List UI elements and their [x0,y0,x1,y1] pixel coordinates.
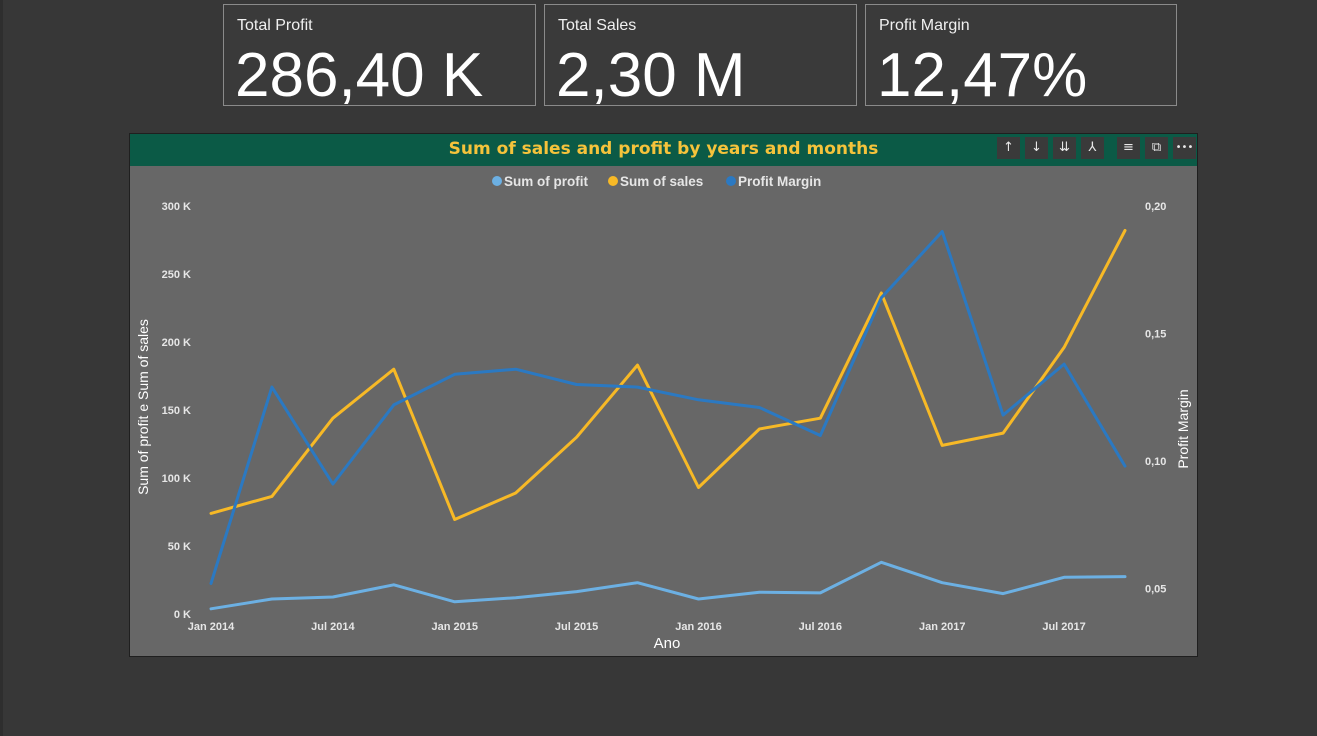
y-tick-label: 0 K [174,609,191,621]
chart-legend: Sum of profit Sum of sales Profit Margin [492,174,821,189]
card-title: Profit Margin [879,17,970,34]
arrow-up-icon[interactable]: ↑ [997,137,1020,159]
x-tick-label: Jan 2016 [675,621,721,633]
card-title: Total Profit [237,17,313,34]
card-value: 2,30 M [556,41,746,110]
window-edge [0,0,3,736]
y-tick-label: 250 K [162,269,191,281]
legend-marker [492,176,502,186]
legend-marker [726,176,736,186]
double-arrow-down-icon[interactable]: ⇊ [1053,137,1076,159]
y-tick-label: 150 K [162,405,191,417]
y2-axis-ticks: 0,05 0,10 0,15 0,20 [1145,201,1166,596]
y-axis-ticks: 0 K 50 K 100 K 150 K 200 K 250 K 300 K [162,201,191,621]
y2-tick-label: 0,05 [1145,584,1166,596]
arrow-down-icon[interactable]: ↓ [1025,137,1048,159]
chart-title-bar: Sum of sales and profit by years and mon… [130,134,1197,166]
x-tick-label: Jan 2017 [919,621,965,633]
legend-marker [608,176,618,186]
x-tick-label: Jul 2016 [799,621,842,633]
x-tick-label: Jul 2015 [555,621,598,633]
series-lines [209,229,1127,611]
chart-plot-area: Sum of profit Sum of sales Profit Margin 0… [135,174,1191,652]
focus-mode-icon[interactable]: ⧉ [1145,137,1168,159]
profit-margin-card[interactable]: Profit Margin 12,47% [865,4,1177,110]
y2-tick-label: 0,20 [1145,201,1166,213]
filter-icon[interactable]: ≡ [1117,137,1140,159]
expand-hierarchy-icon[interactable]: ⅄ [1081,137,1104,159]
legend-label: Profit Margin [738,174,821,189]
profit-series-line [209,560,1127,611]
y-tick-label: 200 K [162,337,191,349]
legend-label: Sum of sales [620,174,703,189]
y-tick-label: 100 K [162,473,191,485]
sales-series-line [209,229,1127,521]
y2-axis-title: Profit Margin [1175,389,1191,468]
y-axis-title: Sum of profit e Sum of sales [135,319,151,495]
x-axis-title: Ano [654,635,681,652]
card-value: 12,47% [877,41,1088,110]
more-options-icon[interactable]: ••• [1173,137,1196,159]
legend-label: Sum of profit [504,174,588,189]
x-tick-label: Jul 2017 [1042,621,1085,633]
y-tick-label: 300 K [162,201,191,213]
line-chart-visual[interactable]: Sum of sales and profit by years and mon… [129,133,1198,657]
card-value: 286,40 K [235,41,484,110]
y2-tick-label: 0,10 [1145,456,1166,468]
x-tick-label: Jan 2014 [188,621,235,633]
y-tick-label: 50 K [168,541,191,553]
x-tick-label: Jan 2015 [431,621,477,633]
total-sales-card[interactable]: Total Sales 2,30 M [544,4,857,110]
y2-tick-label: 0,15 [1145,329,1166,341]
total-profit-card[interactable]: Total Profit 286,40 K [223,4,536,110]
x-axis-ticks: Jan 2014 Jul 2014 Jan 2015 Jul 2015 Jan 2016… [188,621,1086,633]
card-title: Total Sales [558,17,637,34]
x-tick-label: Jul 2014 [311,621,355,633]
